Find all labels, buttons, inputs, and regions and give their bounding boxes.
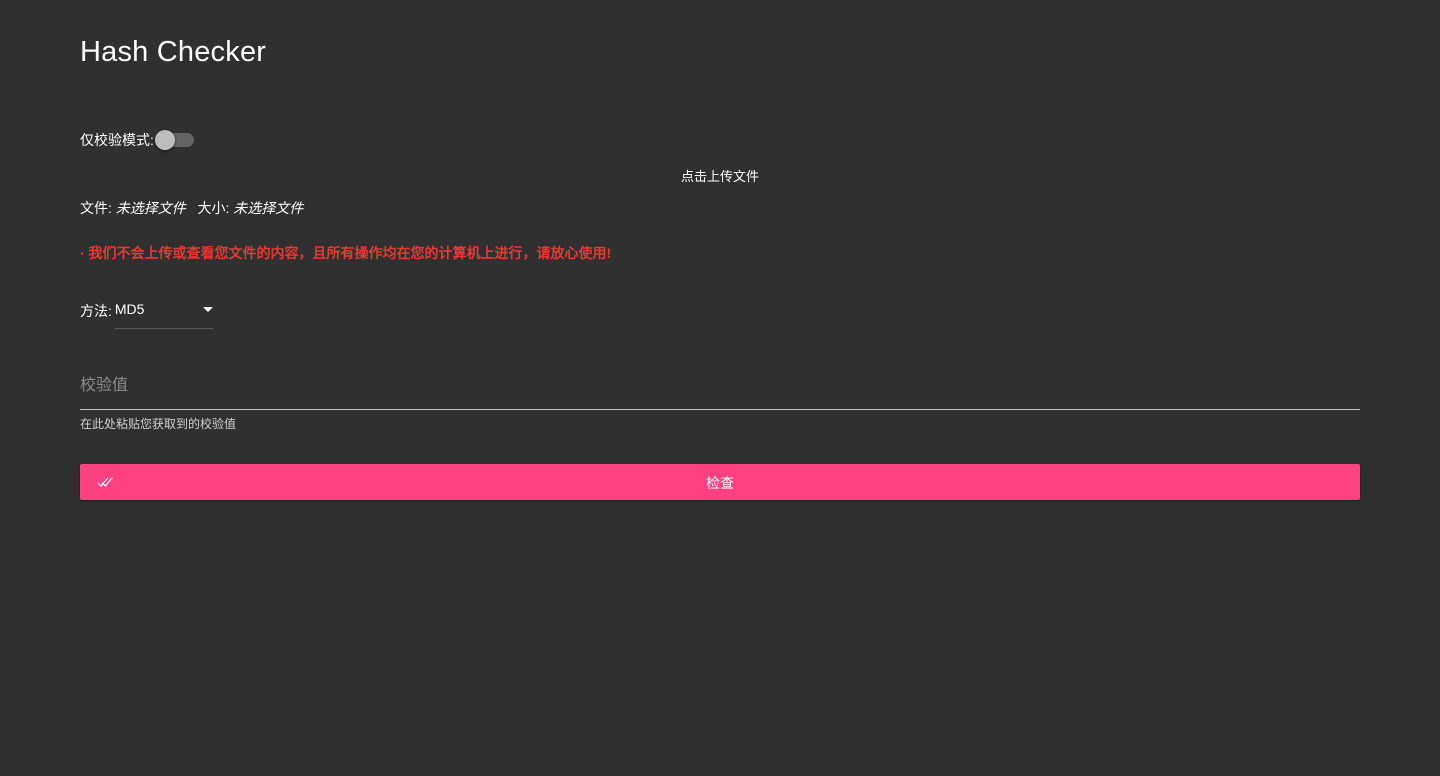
method-label: 方法:	[80, 303, 112, 319]
dropdown-arrow-icon	[202, 307, 213, 312]
method-row: 方法: MD5	[80, 296, 213, 329]
page: Hash Checker 仅校验模式: 点击上传文件 文件: 未选择文件 大小:…	[0, 0, 1440, 776]
verify-only-mode-label: 仅校验模式:	[80, 132, 154, 148]
file-label: 文件:	[80, 200, 112, 216]
file-name-value: 未选择文件	[115, 200, 186, 216]
page-title: Hash Checker	[80, 36, 267, 68]
check-button-label: 检查	[706, 475, 734, 491]
privacy-notice: · 我们不会上传或查看您文件的内容，且所有操作均在您的计算机上进行，请放心使用!	[80, 245, 612, 261]
upload-area: 点击上传文件	[0, 166, 1440, 185]
file-info: 文件: 未选择文件 大小: 未选择文件	[80, 198, 303, 218]
hash-value-input[interactable]	[80, 370, 1360, 402]
size-label: 大小:	[197, 200, 230, 216]
method-selected-value: MD5	[114, 301, 145, 317]
upload-file-button[interactable]: 点击上传文件	[681, 169, 759, 184]
verify-only-mode-row: 仅校验模式:	[80, 130, 195, 150]
hash-helper-text: 在此处粘贴您获取到的校验值	[80, 417, 237, 431]
method-select[interactable]: MD5	[114, 296, 213, 329]
file-size-value: 未选择文件	[233, 200, 304, 216]
check-button[interactable]: 检查	[80, 464, 1360, 500]
hash-value-field	[80, 370, 1360, 410]
toggle-thumb[interactable]	[154, 130, 175, 150]
verify-only-mode-toggle[interactable]	[154, 130, 195, 150]
